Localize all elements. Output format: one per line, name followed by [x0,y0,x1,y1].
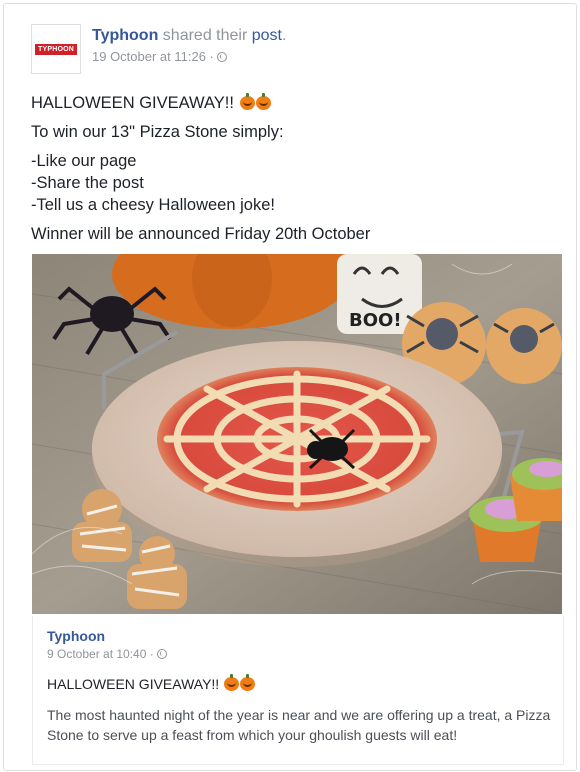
step-line: -Like our page [31,152,137,170]
pumpkin-icon [255,93,271,110]
globe-icon [216,51,227,62]
shared-post-content: Typhoon 9 October at 10:40 · HALLOWEEN G… [47,628,552,745]
post-timestamp[interactable]: 19 October at 11:26 · [92,49,214,64]
winner-text: Winner will be announced Friday 20th Oct… [31,225,371,243]
pumpkin-icon [240,674,256,691]
shared-author-link[interactable]: Typhoon [47,628,105,644]
period-text: . [282,27,287,44]
globe-icon [156,649,167,659]
typhoon-logo: TYPHOON [34,43,77,55]
shared-title-line: HALLOWEEN GIVEAWAY!! [47,674,552,692]
step-line: -Tell us a cheesy Halloween joke! [31,196,275,214]
shared-timestamp[interactable]: 9 October at 10:40 · [47,647,154,661]
post-header: TYPHOON Typhoon shared their post. 19 Oc… [31,21,551,74]
headline-text: HALLOWEEN GIVEAWAY!! [31,94,234,112]
intro-text: To win our 13" Pizza Stone simply: [31,123,284,141]
pizza-stone-photo: BOO! [32,254,562,614]
pumpkin-icon [224,674,240,691]
post-card: TYPHOON Typhoon shared their post. 19 Oc… [3,3,577,771]
shared-author-line: Typhoon [47,628,552,644]
post-message: HALLOWEEN GIVEAWAY!! To win our 13" Pizz… [31,92,561,245]
shared-post-preview[interactable]: Typhoon 9 October at 10:40 · HALLOWEEN G… [32,616,564,765]
pumpkin-icon [239,93,255,110]
page-avatar[interactable]: TYPHOON [31,24,81,74]
headline-line: HALLOWEEN GIVEAWAY!! [31,92,561,114]
shared-title: HALLOWEEN GIVEAWAY!! [47,676,220,692]
post-header-text: Typhoon shared their post. 19 October at… [92,27,286,64]
post-link[interactable]: post [252,27,282,44]
post-meta: 19 October at 11:26 · [92,49,286,64]
step-line: -Share the post [31,174,144,192]
author-link[interactable]: Typhoon [92,27,158,44]
shared-body: The most haunted night of the year is ne… [47,707,551,743]
boo-text: BOO! [349,310,402,331]
shared-text: shared their [158,27,252,44]
post-photo[interactable]: BOO! [32,254,562,614]
shared-post-meta: 9 October at 10:40 · [47,647,552,661]
post-author-line: Typhoon shared their post. [92,27,286,45]
